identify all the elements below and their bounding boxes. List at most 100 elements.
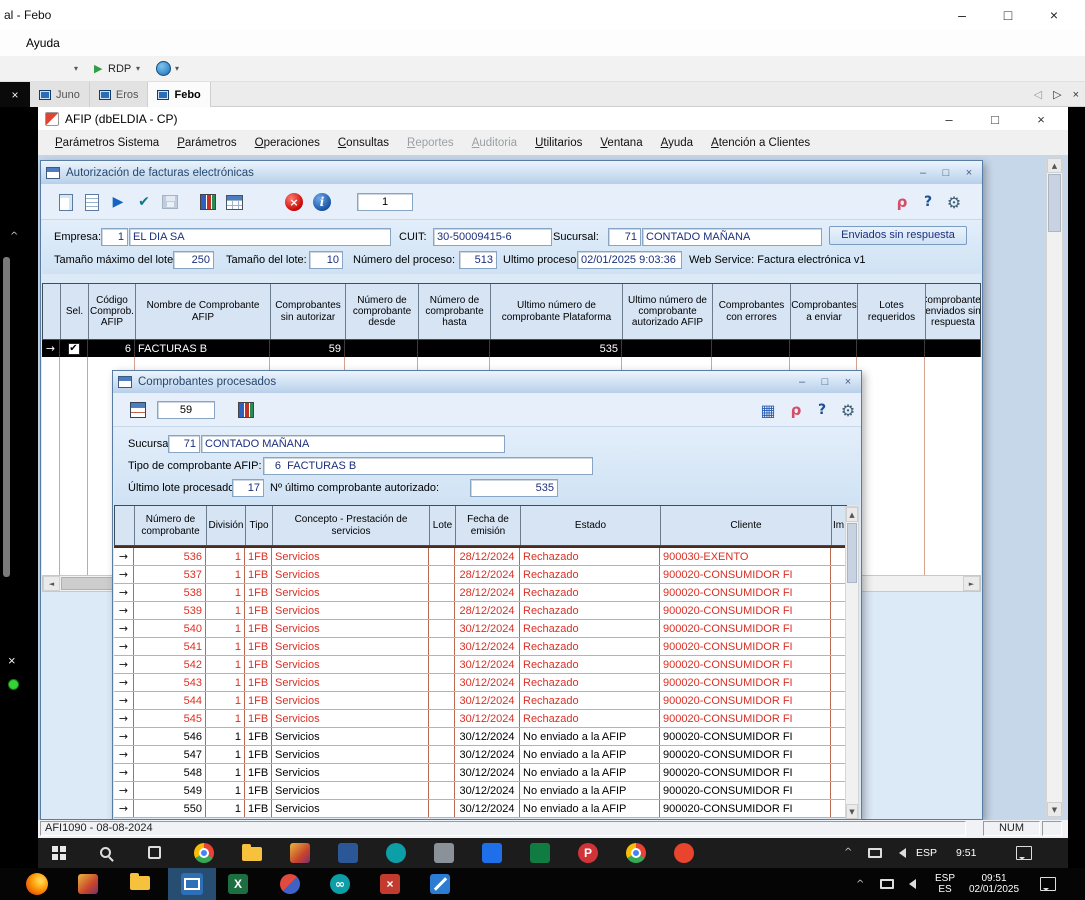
- globe-icon[interactable]: [156, 61, 171, 76]
- start-button-icon[interactable]: [52, 846, 66, 860]
- info-icon[interactable]: i: [311, 191, 333, 213]
- panel-close-icon[interactable]: ×: [0, 82, 30, 107]
- dock-scrollbar[interactable]: [3, 257, 10, 577]
- menu-ventana[interactable]: Ventana: [591, 131, 651, 155]
- app-icon[interactable]: [482, 843, 502, 863]
- table-row[interactable]: → 536 1 1FB Servicios 28/12/2024 Rechaza…: [114, 548, 847, 566]
- column-header[interactable]: Ultimo número de comprobante Plataforma: [491, 284, 623, 339]
- table-row[interactable]: → 539 1 1FB Servicios 28/12/2024 Rechaza…: [114, 602, 847, 620]
- column-header[interactable]: Ultimo número de comprobante autorizado …: [623, 284, 713, 339]
- app-icon[interactable]: [530, 843, 550, 863]
- scroll-up-icon[interactable]: ^: [10, 231, 18, 242]
- ultimo-autorizado-field[interactable]: 535: [470, 479, 558, 497]
- scroll-up-icon[interactable]: ▲: [846, 507, 858, 522]
- column-header[interactable]: Número de comprobante desde: [346, 284, 419, 339]
- globe-dropdown-caret-icon[interactable]: ▾: [175, 56, 179, 82]
- column-header[interactable]: Número de comprobante: [135, 506, 207, 545]
- table-row[interactable]: → 543 1 1FB Servicios 30/12/2024 Rechaza…: [114, 674, 847, 692]
- tools-icon[interactable]: [837, 399, 859, 421]
- maximize-button[interactable]: □: [985, 0, 1031, 30]
- menu-consultas[interactable]: Consultas: [329, 131, 398, 155]
- network-icon[interactable]: [880, 879, 894, 889]
- menu-utilitarios[interactable]: Utilitarios: [526, 131, 591, 155]
- table-row[interactable]: → 537 1 1FB Servicios 28/12/2024 Rechaza…: [114, 566, 847, 584]
- proc-maximize-button[interactable]: □: [817, 375, 833, 390]
- rdp-label[interactable]: RDP: [108, 56, 131, 82]
- afip-minimize-button[interactable]: –: [926, 107, 972, 131]
- cuit-field[interactable]: 30-50009415-6: [433, 228, 552, 246]
- speaker-icon[interactable]: [894, 848, 906, 858]
- excel-icon[interactable]: X: [228, 874, 248, 894]
- column-header[interactable]: Número de comprobante hasta: [419, 284, 491, 339]
- app-icon[interactable]: [280, 874, 300, 894]
- tamano-max-field[interactable]: 250: [173, 251, 214, 269]
- sucursal-code-field[interactable]: 71: [168, 435, 200, 453]
- chrome-icon[interactable]: [626, 843, 646, 863]
- close-button[interactable]: ×: [1031, 0, 1077, 30]
- speaker-icon[interactable]: [904, 879, 916, 889]
- column-header[interactable]: Estado: [521, 506, 661, 545]
- cancel-icon[interactable]: ×: [283, 191, 305, 213]
- column-header[interactable]: Tipo: [246, 506, 273, 545]
- proc-close-button[interactable]: ×: [840, 375, 856, 390]
- search-icon[interactable]: [100, 847, 111, 858]
- host-clock[interactable]: 09:51 02/01/2025: [962, 873, 1026, 895]
- proc-minimize-button[interactable]: –: [794, 375, 810, 390]
- new-document-icon[interactable]: [55, 191, 77, 213]
- tipo-comprobante-field[interactable]: 6 FACTURAS B: [263, 457, 593, 475]
- firefox-icon[interactable]: [26, 873, 48, 895]
- tab-juno[interactable]: Juno: [30, 82, 90, 107]
- scroll-down-icon[interactable]: ▼: [846, 804, 858, 819]
- column-header[interactable]: Im: [832, 506, 846, 545]
- menu-ayuda[interactable]: Ayuda: [652, 131, 702, 155]
- connect-play-icon[interactable]: ▶: [94, 63, 102, 74]
- run-process-icon[interactable]: [107, 191, 129, 213]
- table-row[interactable]: → 550 1 1FB Servicios 30/12/2024 No envi…: [114, 800, 847, 818]
- empresa-code-field[interactable]: 1: [101, 228, 128, 246]
- ultimo-lote-field[interactable]: 17: [232, 479, 264, 497]
- remote-language-indicator[interactable]: ESP: [916, 838, 937, 868]
- help-icon[interactable]: [811, 399, 833, 421]
- tab-febo[interactable]: Febo: [148, 82, 210, 107]
- app-icon[interactable]: ∞: [330, 874, 350, 894]
- tab-eros[interactable]: Eros: [90, 82, 149, 107]
- proc-vertical-scrollbar[interactable]: ▲ ▼: [845, 506, 859, 820]
- column-header[interactable]: Lote: [430, 506, 456, 545]
- proceso-field[interactable]: 513: [459, 251, 497, 269]
- app-icon[interactable]: [434, 843, 454, 863]
- ultimo-proceso-field[interactable]: 02/01/2025 9:03:36: [577, 251, 682, 269]
- app-icon[interactable]: [430, 874, 450, 894]
- app-icon[interactable]: [386, 843, 406, 863]
- sucursal-name-field[interactable]: CONTADO MAÑANA: [642, 228, 822, 246]
- column-header[interactable]: Comprobantes a enviar: [791, 284, 858, 339]
- help-icon[interactable]: [917, 191, 939, 213]
- task-view-icon[interactable]: [148, 846, 161, 859]
- proc-counter-field[interactable]: 59: [157, 401, 215, 419]
- column-header[interactable]: Comprobantes con errores: [713, 284, 791, 339]
- permissions-key-icon[interactable]: [891, 191, 913, 213]
- action-center-icon[interactable]: [1016, 846, 1032, 860]
- tools-icon[interactable]: [943, 191, 965, 213]
- empresa-name-field[interactable]: EL DIA SA: [129, 228, 391, 246]
- action-center-icon[interactable]: [1040, 877, 1056, 891]
- process-counter-field[interactable]: 1: [357, 193, 413, 211]
- table-row[interactable]: → 541 1 1FB Servicios 30/12/2024 Rechaza…: [114, 638, 847, 656]
- afip-close-button[interactable]: ×: [1018, 107, 1064, 131]
- scrollbar-thumb[interactable]: [847, 523, 857, 583]
- minimize-button[interactable]: –: [939, 0, 985, 30]
- column-header[interactable]: Sel.: [61, 284, 89, 339]
- table-view-icon[interactable]: [757, 399, 779, 421]
- afip-maximize-button[interactable]: □: [972, 107, 1018, 131]
- tab-scroll-right-icon[interactable]: ▷: [1053, 88, 1061, 101]
- rdp-app-icon-active[interactable]: [168, 868, 216, 900]
- report-icon[interactable]: [127, 399, 149, 421]
- scrollbar-thumb[interactable]: [1048, 174, 1061, 232]
- scroll-down-icon[interactable]: ▼: [1047, 802, 1062, 817]
- scroll-left-icon[interactable]: ◄: [43, 576, 60, 591]
- sucursal-code-field[interactable]: 71: [608, 228, 641, 246]
- tab-close-icon[interactable]: ×: [1073, 89, 1079, 101]
- network-icon[interactable]: [868, 848, 882, 858]
- menu-parametros[interactable]: Parámetros: [168, 131, 245, 155]
- sel-checkbox[interactable]: ✔: [68, 343, 80, 355]
- rdp-dropdown-caret-icon[interactable]: ▾: [136, 56, 140, 82]
